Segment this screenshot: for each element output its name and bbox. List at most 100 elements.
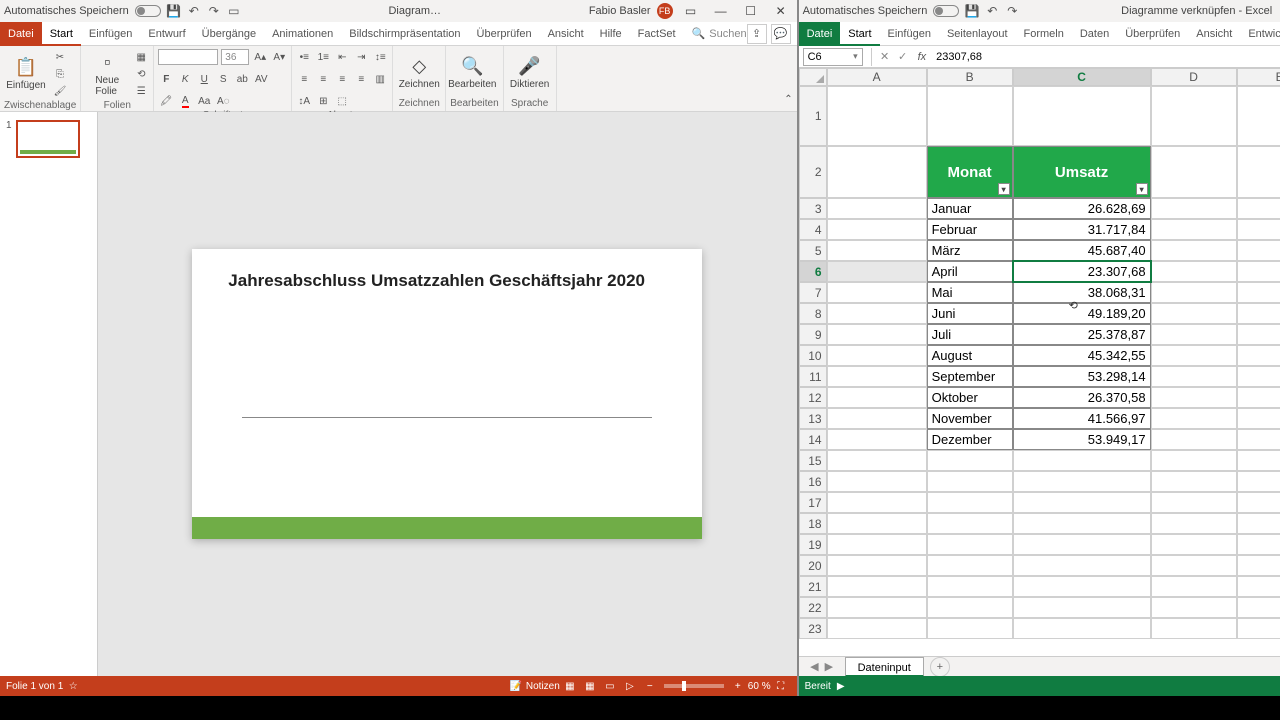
cell-A7[interactable]: [827, 282, 927, 303]
cell-D15[interactable]: [1151, 450, 1237, 471]
cell-D7[interactable]: [1151, 282, 1237, 303]
ribbon-mode-icon[interactable]: ▭: [679, 2, 703, 20]
cell-E23[interactable]: [1237, 618, 1280, 639]
cell-C16[interactable]: [1013, 471, 1151, 492]
cell-A16[interactable]: [827, 471, 927, 492]
add-sheet-button[interactable]: +: [930, 657, 950, 677]
cell-C3[interactable]: 26.628,69: [1013, 198, 1151, 219]
cell-D3[interactable]: [1151, 198, 1237, 219]
cell-E17[interactable]: [1237, 492, 1280, 513]
cell-B6[interactable]: April: [927, 261, 1013, 282]
slideshow-view-icon[interactable]: ▷: [621, 679, 639, 693]
user-avatar[interactable]: FB: [657, 3, 673, 19]
cell-B1[interactable]: [927, 86, 1013, 146]
cell-A3[interactable]: [827, 198, 927, 219]
cell-A14[interactable]: [827, 429, 927, 450]
cell-C21[interactable]: [1013, 576, 1151, 597]
rowhead-21[interactable]: 21: [799, 576, 827, 597]
rowhead-18[interactable]: 18: [799, 513, 827, 534]
rowhead-11[interactable]: 11: [799, 366, 827, 387]
autosave-toggle[interactable]: [933, 5, 959, 17]
cell-E11[interactable]: [1237, 366, 1280, 387]
cell-E6[interactable]: [1237, 261, 1280, 282]
dictate-button[interactable]: 🎤Diktieren: [508, 49, 552, 97]
normal-view-icon[interactable]: ▦: [561, 679, 579, 693]
tab-entwickler[interactable]: Entwicklertools: [1240, 22, 1280, 46]
cell-B3[interactable]: Januar: [927, 198, 1013, 219]
cell-D5[interactable]: [1151, 240, 1237, 261]
numbering-icon[interactable]: 1≡: [315, 49, 331, 65]
cell-D10[interactable]: [1151, 345, 1237, 366]
font-family[interactable]: [158, 49, 218, 65]
cell-E16[interactable]: [1237, 471, 1280, 492]
grow-font-icon[interactable]: A▴: [252, 49, 268, 65]
rowhead-4[interactable]: 4: [799, 219, 827, 240]
smartart-icon[interactable]: ⬚: [334, 93, 350, 109]
cell-B23[interactable]: [927, 618, 1013, 639]
cell-D21[interactable]: [1151, 576, 1237, 597]
rowhead-17[interactable]: 17: [799, 492, 827, 513]
cell-C22[interactable]: [1013, 597, 1151, 618]
next-sheet-icon[interactable]: ▶: [825, 660, 833, 673]
cell-A20[interactable]: [827, 555, 927, 576]
cell-E22[interactable]: [1237, 597, 1280, 618]
cell-A11[interactable]: [827, 366, 927, 387]
italic-icon[interactable]: K: [177, 71, 193, 87]
cell-B19[interactable]: [927, 534, 1013, 555]
align-right-icon[interactable]: ≡: [334, 71, 350, 87]
rowhead-8[interactable]: 8: [799, 303, 827, 324]
tab-einfuegen[interactable]: Einfügen: [81, 22, 140, 46]
zoom-out-icon[interactable]: −: [641, 679, 659, 693]
tab-formeln[interactable]: Formeln: [1016, 22, 1072, 46]
cell-B15[interactable]: [927, 450, 1013, 471]
zoom-slider[interactable]: [664, 684, 724, 688]
cell-E9[interactable]: [1237, 324, 1280, 345]
name-box[interactable]: C6▾: [803, 48, 863, 66]
reading-view-icon[interactable]: ▭: [601, 679, 619, 693]
cell-B7[interactable]: Mai: [927, 282, 1013, 303]
fx-icon[interactable]: fx: [918, 51, 927, 63]
rowhead-1[interactable]: 1: [799, 86, 827, 146]
filter-icon[interactable]: ▾: [998, 183, 1010, 195]
draw-button[interactable]: ◇Zeichnen: [397, 49, 441, 97]
cell-E19[interactable]: [1237, 534, 1280, 555]
cell-A15[interactable]: [827, 450, 927, 471]
sorter-view-icon[interactable]: ▦: [581, 679, 599, 693]
sheet-tab-dateninput[interactable]: Dateninput: [845, 657, 924, 677]
slide[interactable]: Jahresabschluss Umsatzzahlen Geschäftsja…: [192, 249, 702, 539]
cell-C4[interactable]: 31.717,84: [1013, 219, 1151, 240]
cell-C9[interactable]: 25.378,87: [1013, 324, 1151, 345]
cell-E10[interactable]: [1237, 345, 1280, 366]
cell-B16[interactable]: [927, 471, 1013, 492]
cell-D11[interactable]: [1151, 366, 1237, 387]
slide-canvas[interactable]: Jahresabschluss Umsatzzahlen Geschäftsja…: [98, 112, 797, 676]
indent-inc-icon[interactable]: ⇥: [353, 49, 369, 65]
tab-factset[interactable]: FactSet: [630, 22, 684, 46]
cell-A19[interactable]: [827, 534, 927, 555]
font-size[interactable]: 36: [221, 49, 249, 65]
cell-C23[interactable]: [1013, 618, 1151, 639]
cell-B4[interactable]: Februar: [927, 219, 1013, 240]
columns-icon[interactable]: ▥: [372, 71, 388, 87]
cell-D20[interactable]: [1151, 555, 1237, 576]
cell-D17[interactable]: [1151, 492, 1237, 513]
colhead-D[interactable]: D: [1151, 68, 1237, 86]
fit-icon[interactable]: ⛶: [772, 679, 790, 693]
cell-A5[interactable]: [827, 240, 927, 261]
rowhead-16[interactable]: 16: [799, 471, 827, 492]
cell-D13[interactable]: [1151, 408, 1237, 429]
clear-format-icon[interactable]: A◌: [215, 93, 231, 109]
font-color-icon[interactable]: A: [177, 93, 193, 109]
cell-A1[interactable]: [827, 86, 927, 146]
spacing-icon[interactable]: AV: [253, 71, 269, 87]
cell-A18[interactable]: [827, 513, 927, 534]
cell-E13[interactable]: [1237, 408, 1280, 429]
autosave-toggle[interactable]: [135, 5, 161, 17]
cell-C10[interactable]: 45.342,55: [1013, 345, 1151, 366]
tab-animationen[interactable]: Animationen: [264, 22, 341, 46]
cell-C15[interactable]: [1013, 450, 1151, 471]
cell-B2[interactable]: Monat▾: [927, 146, 1013, 198]
cell-C7[interactable]: 38.068,31: [1013, 282, 1151, 303]
rowhead-13[interactable]: 13: [799, 408, 827, 429]
cell-B14[interactable]: Dezember: [927, 429, 1013, 450]
